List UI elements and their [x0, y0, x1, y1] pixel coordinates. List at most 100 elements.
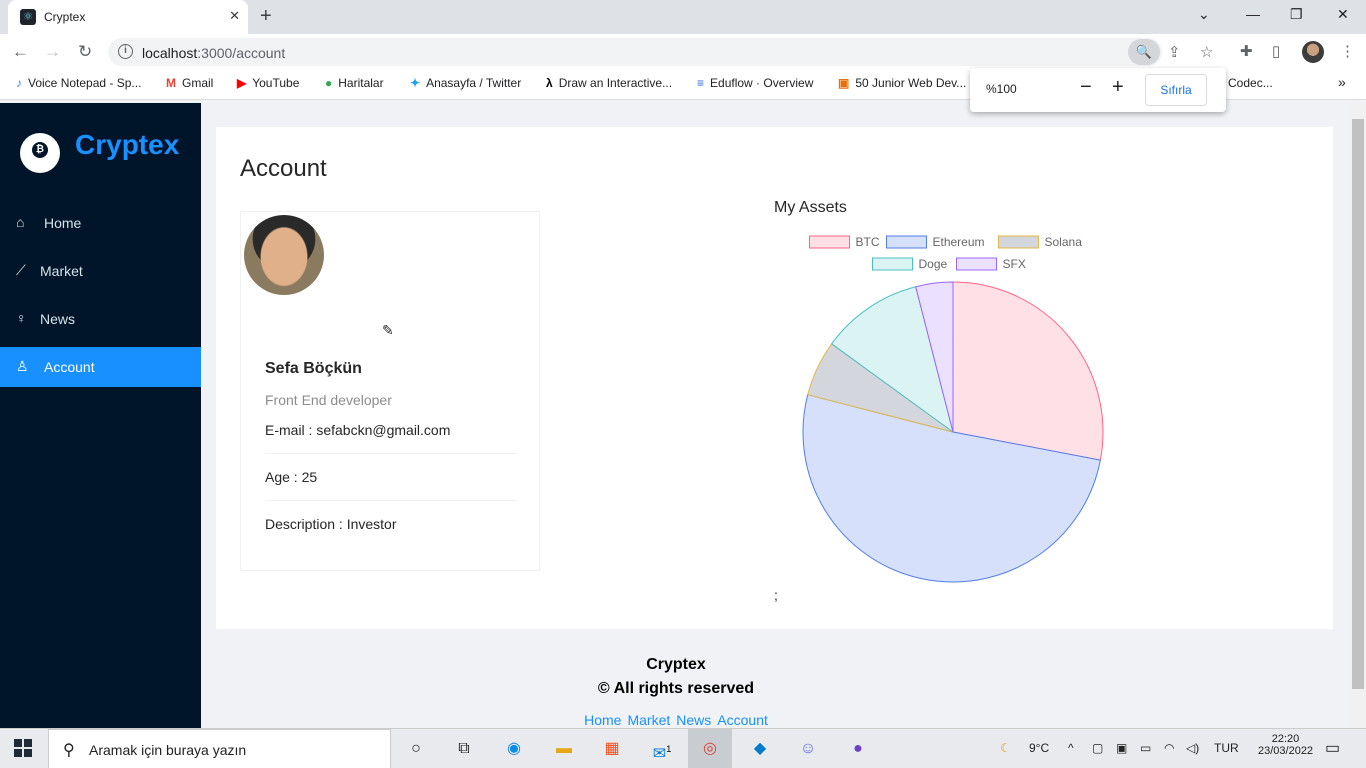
- mail-icon[interactable]: ✉1: [650, 737, 674, 762]
- page-scrollbar[interactable]: [1350, 103, 1366, 728]
- bookmark-label: Draw an Interactive...: [558, 76, 673, 90]
- bookmark-label: YouTube: [252, 76, 300, 90]
- legend-swatch[interactable]: [872, 257, 913, 271]
- task-view-icon[interactable]: ⧉: [452, 737, 476, 761]
- edge-icon[interactable]: ◉: [502, 737, 526, 761]
- bookmark-item[interactable]: λ Draw an Interactive...: [546, 76, 672, 90]
- legend-label[interactable]: Solana: [1045, 235, 1083, 249]
- windows-start-icon[interactable]: [14, 739, 32, 757]
- profile-email: E-mail : sefabckn@gmail.com: [265, 422, 451, 438]
- bookmark-label: 50 Junior Web Dev...: [855, 76, 967, 90]
- tab-title: Cryptex: [44, 10, 86, 24]
- bookmark-item[interactable]: ♪ Voice Notepad - Sp...: [16, 76, 141, 90]
- bookmark-item[interactable]: M Gmail: [166, 76, 213, 90]
- volume-icon[interactable]: ◁): [1186, 741, 1199, 755]
- language-indicator[interactable]: TUR: [1214, 741, 1239, 755]
- legend-label[interactable]: BTC: [856, 235, 880, 249]
- sidebar-item-account[interactable]: ♙ Account: [0, 347, 201, 387]
- clock-date: 23/03/2022: [1258, 745, 1314, 757]
- bookmark-item[interactable]: ≡ Eduflow · Overview: [697, 76, 813, 90]
- github-icon[interactable]: ●: [846, 737, 870, 761]
- taskbar-clock[interactable]: 22:20 23/03/2022: [1258, 733, 1313, 757]
- divider: [265, 453, 517, 454]
- browser-tab[interactable]: ⚛ Cryptex ✕: [8, 0, 248, 34]
- home-icon: ⌂: [16, 214, 25, 230]
- sidebar-item-home[interactable]: ⌂ Home: [0, 203, 201, 243]
- eduflow-icon: ≡: [697, 76, 705, 90]
- brand-title[interactable]: Cryptex: [75, 129, 179, 161]
- share-icon[interactable]: ⇪: [1168, 43, 1181, 61]
- sidepanel-icon[interactable]: ▯: [1272, 42, 1280, 60]
- zoom-reset-button[interactable]: Sıfırla: [1145, 74, 1207, 106]
- bitcoin-logo-icon: ₿: [20, 133, 60, 173]
- zoom-icon[interactable]: 🔍: [1128, 39, 1160, 65]
- notifications-icon[interactable]: ▭: [1325, 738, 1340, 758]
- menu-icon[interactable]: ⋮: [1340, 42, 1355, 60]
- scrollbar-thumb[interactable]: [1352, 119, 1364, 689]
- legend-swatch[interactable]: [886, 235, 927, 249]
- zoom-in-icon[interactable]: +: [1112, 76, 1124, 99]
- zoom-out-icon[interactable]: −: [1080, 76, 1092, 99]
- reload-icon[interactable]: ↻: [78, 42, 92, 62]
- divider: [265, 500, 517, 501]
- info-icon[interactable]: i: [118, 44, 133, 59]
- cortana-icon[interactable]: ○: [404, 737, 428, 761]
- gmail-icon: M: [166, 76, 176, 90]
- tab-search-icon[interactable]: ⌄: [1198, 6, 1210, 23]
- bookmark-item[interactable]: ▶ YouTube: [237, 76, 299, 90]
- legend-label[interactable]: Doge: [919, 257, 948, 271]
- pie-slice-btc[interactable]: [952, 281, 1104, 461]
- close-tab-icon[interactable]: ✕: [229, 8, 240, 24]
- twitter-icon: ✦: [410, 76, 421, 90]
- minimize-icon[interactable]: —: [1246, 6, 1260, 22]
- edit-icon[interactable]: ✎: [382, 322, 394, 339]
- footer-link-home[interactable]: Home: [584, 712, 621, 728]
- more-bookmarks-icon[interactable]: »: [1338, 74, 1346, 90]
- restore-icon[interactable]: ❐: [1290, 6, 1303, 23]
- legend-swatch[interactable]: [809, 235, 850, 249]
- address-bar[interactable]: i localhost:3000/account 🔍 ⇪ ☆: [108, 38, 1213, 66]
- legend-swatch[interactable]: [998, 235, 1039, 249]
- footer-link-news[interactable]: News: [676, 712, 711, 728]
- bookmark-label: Anasayfa / Twitter: [426, 76, 522, 90]
- sidebar-item-label: Home: [44, 215, 82, 231]
- url-text[interactable]: localhost:3000/account: [142, 45, 285, 61]
- tray-app-icon[interactable]: ▣: [1116, 741, 1127, 755]
- profile-age: Age : 25: [265, 469, 318, 485]
- weather-moon-icon[interactable]: ☾: [1000, 741, 1011, 755]
- discord-icon[interactable]: ☺: [796, 737, 820, 761]
- back-icon[interactable]: ←: [12, 42, 29, 62]
- file-explorer-icon[interactable]: ▬: [552, 737, 576, 761]
- footer-link-account[interactable]: Account: [717, 712, 768, 728]
- vscode-icon[interactable]: ◆: [748, 737, 772, 761]
- footer-link-market[interactable]: Market: [627, 712, 670, 728]
- sidebar-item-news[interactable]: ♀ News: [0, 299, 201, 339]
- bookmark-item[interactable]: Codec...: [1228, 76, 1273, 90]
- taskbar-search[interactable]: ⚲ Aramak için buraya yazın: [48, 729, 391, 768]
- chrome-icon[interactable]: ◎: [688, 729, 732, 768]
- battery-icon[interactable]: ▭: [1140, 741, 1151, 755]
- profile-avatar[interactable]: [1302, 41, 1324, 63]
- extensions-icon[interactable]: ✚: [1240, 42, 1253, 60]
- close-window-icon[interactable]: ✕: [1337, 6, 1349, 23]
- stray-text: ;: [774, 587, 778, 603]
- bookmark-item[interactable]: ▣ 50 Junior Web Dev...: [838, 76, 966, 90]
- legend-swatch[interactable]: [956, 257, 997, 271]
- chart-title: My Assets: [774, 199, 847, 216]
- legend-label[interactable]: Ethereum: [933, 235, 985, 249]
- bookmark-item[interactable]: ✦ Anasayfa / Twitter: [410, 76, 521, 90]
- wifi-icon[interactable]: ◠: [1164, 741, 1174, 755]
- profile-photo: [244, 215, 324, 295]
- forward-icon[interactable]: →: [44, 42, 61, 62]
- bookmark-star-icon[interactable]: ☆: [1200, 43, 1213, 61]
- taskbar-search-placeholder: Aramak için buraya yazın: [89, 742, 247, 758]
- bookmark-item[interactable]: ● Haritalar: [325, 76, 384, 90]
- zoom-level: %100: [986, 82, 1017, 96]
- tray-device-icon[interactable]: ▢: [1092, 741, 1103, 755]
- sidebar-item-market[interactable]: ⟋ Market: [0, 251, 201, 291]
- weather-temp[interactable]: 9°C: [1029, 741, 1049, 755]
- tray-expand-icon[interactable]: ^: [1068, 741, 1074, 755]
- legend-label[interactable]: SFX: [1003, 257, 1026, 271]
- new-tab-icon[interactable]: +: [260, 5, 272, 28]
- store-icon[interactable]: ▦: [600, 737, 624, 761]
